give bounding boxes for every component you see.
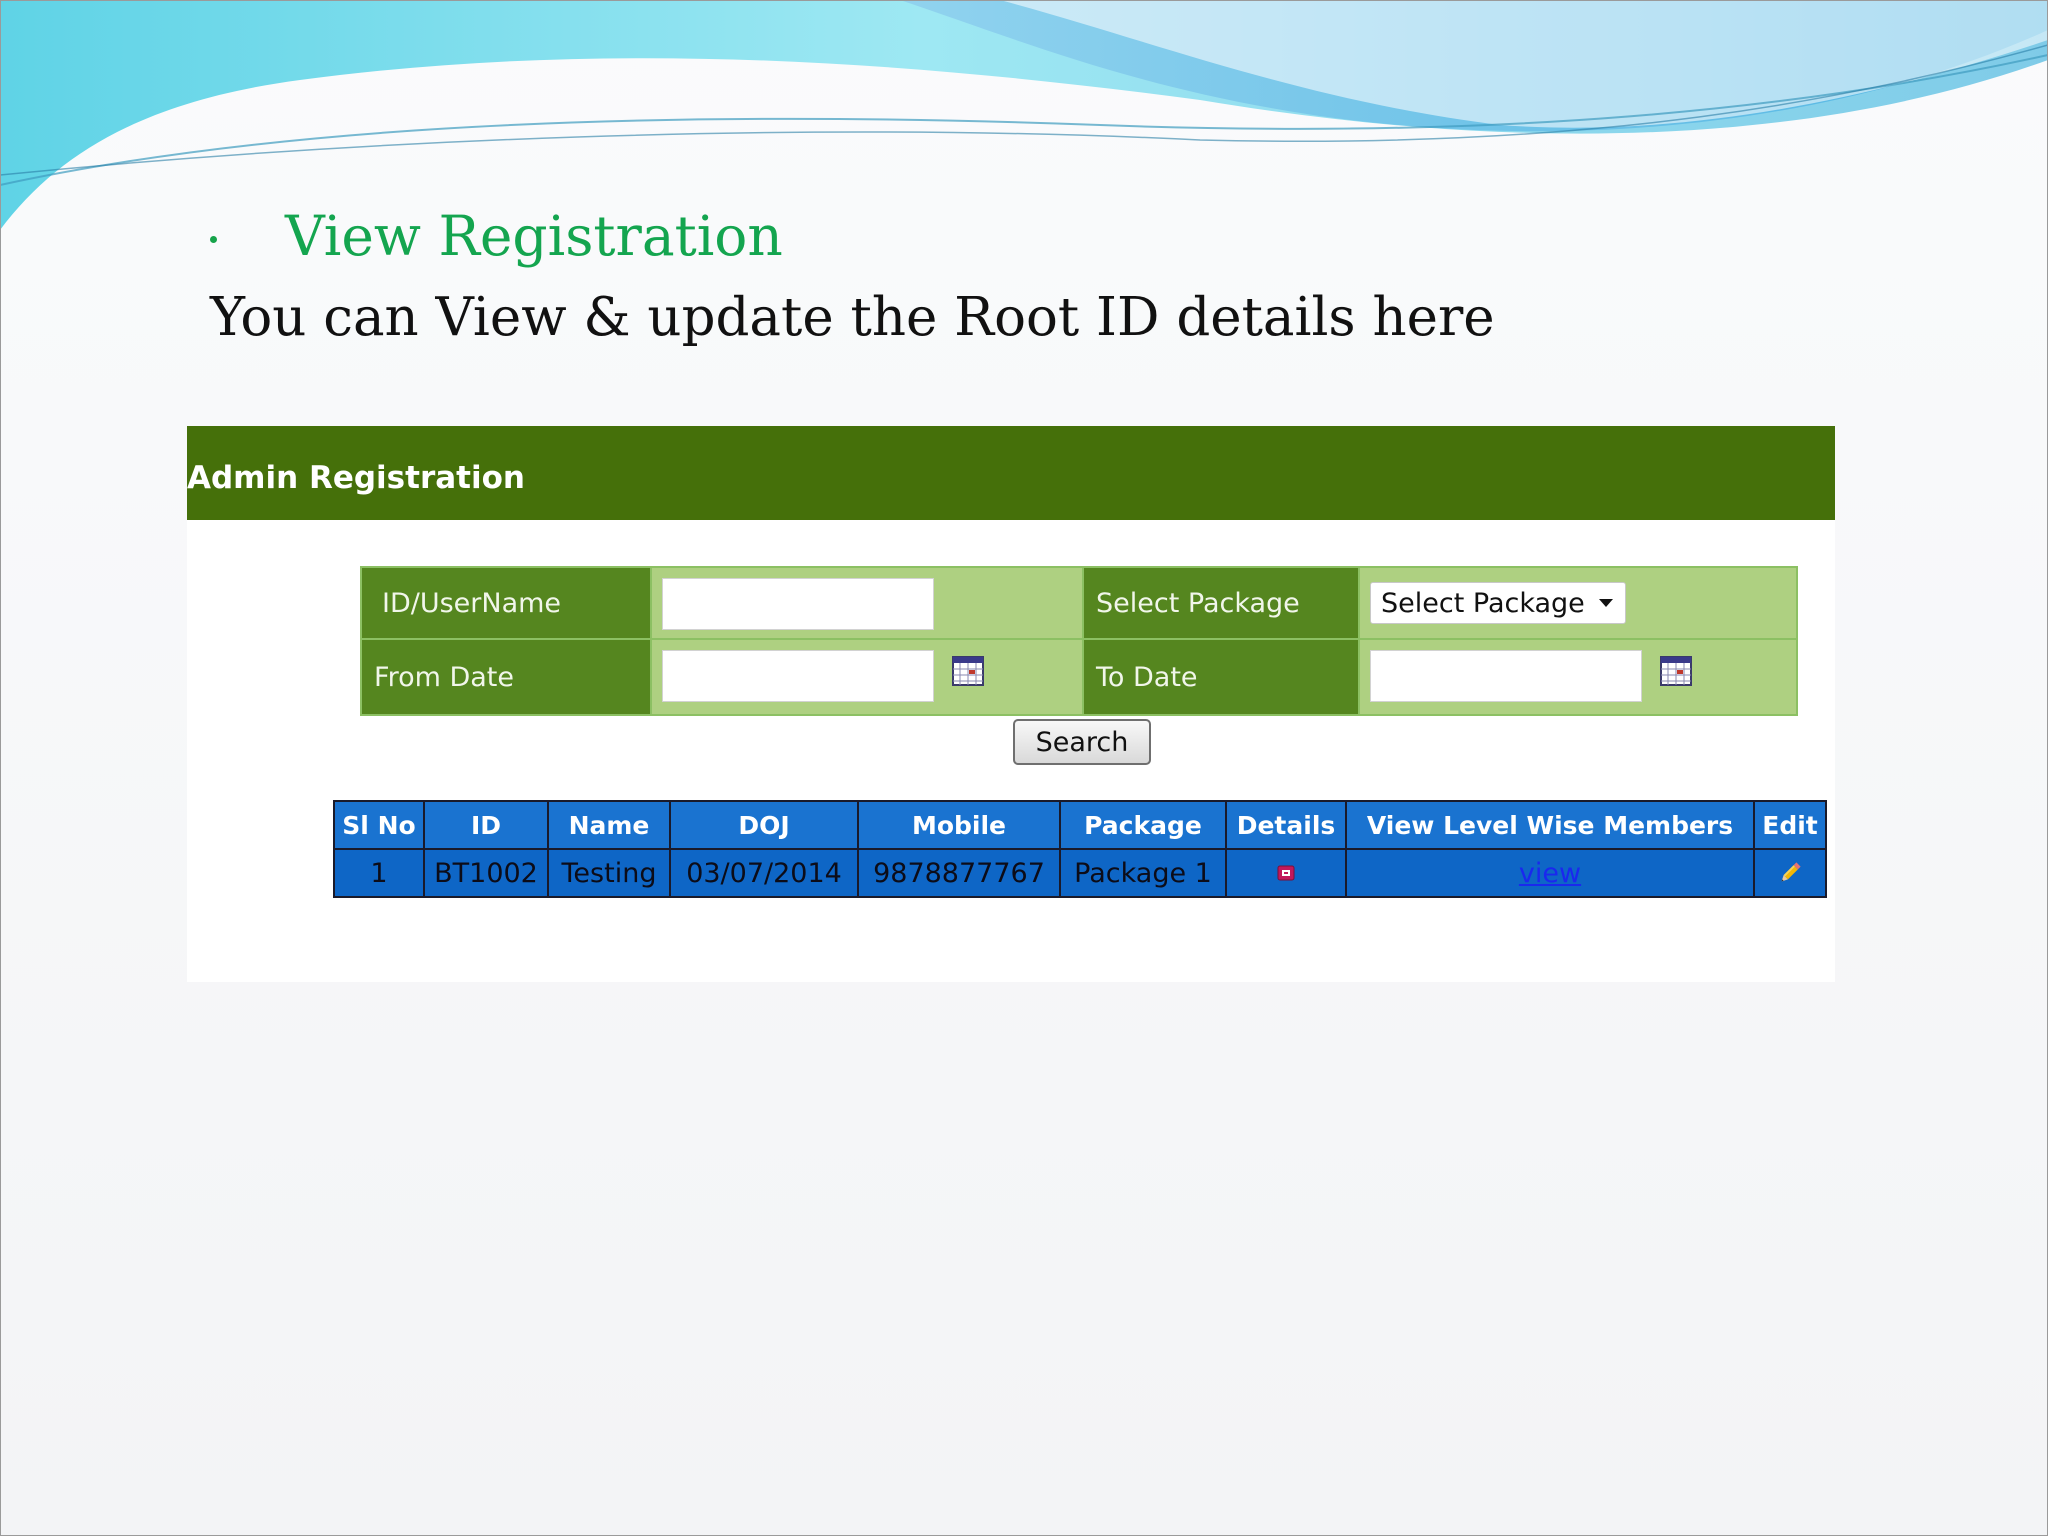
slide-heading: View Registration — [285, 203, 783, 268]
view-members-link[interactable]: view — [1519, 858, 1581, 889]
column-header: Sl No — [335, 802, 425, 850]
from-date-input[interactable] — [662, 650, 934, 702]
results-table: Sl No ID Name DOJ Mobile Package Details… — [333, 800, 1827, 898]
from-date-calendar-icon[interactable] — [952, 656, 984, 686]
id-username-cell — [652, 568, 1084, 640]
to-date-cell — [1360, 640, 1796, 714]
id-username-label: ID/UserName — [362, 568, 652, 640]
panel-title: Admin Registration — [187, 460, 525, 496]
slide-subtitle: You can View & update the Root ID detail… — [210, 287, 1495, 348]
column-header: View Level Wise Members — [1347, 802, 1755, 850]
from-date-label: From Date — [362, 640, 652, 714]
search-form: ID/UserName Select Package Select Packag… — [360, 566, 1798, 716]
column-header: DOJ — [671, 802, 859, 850]
from-date-label-text: From Date — [374, 661, 515, 693]
to-date-input[interactable] — [1370, 650, 1642, 702]
select-package-label-text: Select Package — [1096, 587, 1300, 619]
table-cell-doj: 03/07/2014 — [671, 850, 859, 896]
details-icon[interactable] — [1277, 865, 1295, 881]
table-cell-details — [1227, 850, 1347, 896]
table-cell-view-members: view — [1347, 850, 1755, 896]
table-cell-id: BT1002 — [425, 850, 549, 896]
select-package-cell: Select Package — [1360, 568, 1796, 640]
column-header: Package — [1061, 802, 1227, 850]
select-package-label: Select Package — [1084, 568, 1360, 640]
to-date-label-text: To Date — [1096, 661, 1198, 693]
column-header: Details — [1227, 802, 1347, 850]
table-cell-sl-no: 1 — [335, 850, 425, 896]
admin-registration-panel: Admin Registration ID/UserName Select Pa… — [187, 426, 1835, 982]
table-cell-package: Package 1 — [1061, 850, 1227, 896]
package-select[interactable]: Select Package — [1370, 582, 1626, 624]
bullet-icon — [210, 235, 217, 243]
column-header: Name — [549, 802, 671, 850]
table-cell-mobile: 9878877767 — [859, 850, 1061, 896]
id-username-input[interactable] — [662, 578, 934, 630]
panel-header: Admin Registration — [187, 426, 1835, 520]
package-select-value: Select Package — [1381, 587, 1585, 619]
column-header: ID — [425, 802, 549, 850]
table-cell-name: Testing — [549, 850, 671, 896]
to-date-calendar-icon[interactable] — [1660, 656, 1692, 686]
to-date-label: To Date — [1084, 640, 1360, 714]
search-button[interactable]: Search — [1013, 719, 1151, 765]
table-cell-edit — [1755, 850, 1825, 896]
heading-line: View Registration — [210, 196, 783, 276]
from-date-cell — [652, 640, 1084, 714]
id-username-label-text: ID/UserName — [382, 587, 562, 619]
column-header: Mobile — [859, 802, 1061, 850]
column-header: Edit — [1755, 802, 1825, 850]
chevron-down-icon — [1599, 599, 1613, 607]
pencil-icon[interactable] — [1776, 859, 1804, 887]
